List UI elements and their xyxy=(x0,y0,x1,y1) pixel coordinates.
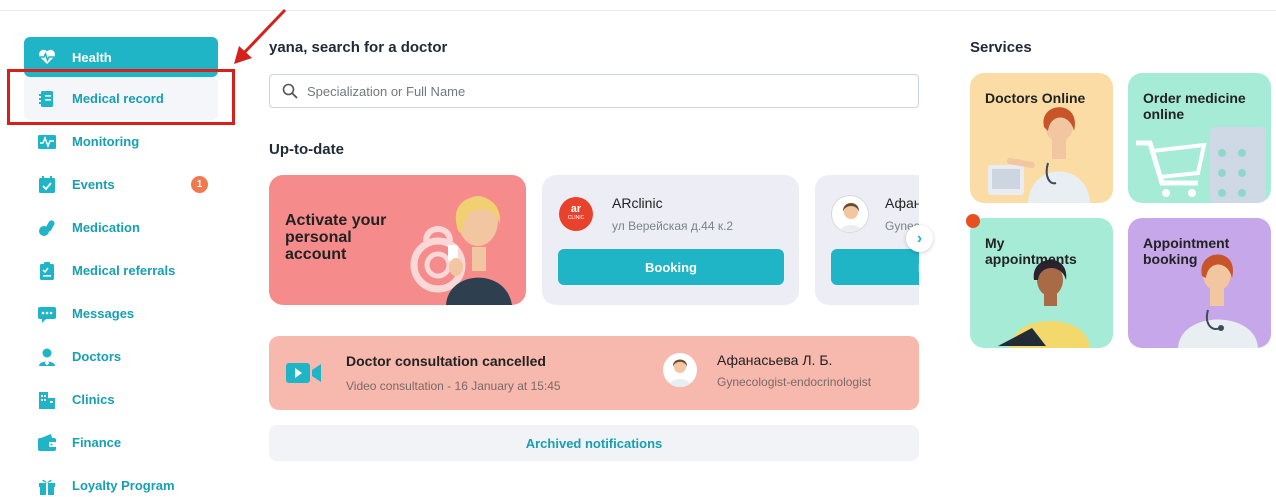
video-camera-icon xyxy=(286,363,321,383)
gift-icon xyxy=(36,475,58,497)
sidebar-item-label: Messages xyxy=(72,306,135,321)
top-divider xyxy=(0,10,1276,11)
sidebar-item-label: Events xyxy=(72,177,115,192)
referral-icon xyxy=(36,260,58,282)
doctor-search[interactable] xyxy=(269,74,919,108)
chat-icon xyxy=(36,303,58,325)
clinic-address: ул Верейская д.44 к.2 xyxy=(612,219,734,233)
heart-pulse-icon xyxy=(36,46,58,68)
service-label: My appointments xyxy=(985,235,1077,267)
notification-doctor-avatar xyxy=(663,353,697,387)
sidebar-item-label: Finance xyxy=(72,435,122,450)
monitoring-icon xyxy=(36,131,58,153)
clinic-logo: ar CLINIC xyxy=(559,197,593,231)
doctor-icon xyxy=(36,346,58,368)
notification-title: Doctor consultation cancelled xyxy=(346,353,546,369)
wallet-icon xyxy=(36,432,58,454)
page-title: yana, search for a doctor xyxy=(269,39,448,56)
sidebar-item-medical-referrals[interactable]: Medical referrals xyxy=(24,249,218,292)
notification-doctor-name: Афанасьева Л. Б. xyxy=(717,352,833,368)
sidebar-item-doctors[interactable]: Doctors xyxy=(24,335,218,378)
clinic-icon xyxy=(36,389,58,411)
sidebar-item-label: Medication xyxy=(72,220,140,235)
services-title: Services xyxy=(970,39,1032,56)
highlight-annotation-box xyxy=(7,69,235,125)
service-label: Appointment booking xyxy=(1143,235,1230,267)
sidebar-item-clinics[interactable]: Clinics xyxy=(24,378,218,421)
clinic-card[interactable]: ar CLINIC ARclinic ул Верейская д.44 к.2… xyxy=(542,175,799,305)
events-count-badge: 1 xyxy=(191,176,208,193)
archived-notifications-button[interactable]: Archived notifications xyxy=(269,425,919,461)
service-label: Order medicine online xyxy=(1143,90,1246,122)
notification-card[interactable]: Doctor consultation cancelled Video cons… xyxy=(269,336,919,410)
service-doctors-online[interactable]: Doctors Online xyxy=(970,73,1113,203)
sidebar-item-label: Clinics xyxy=(72,392,115,407)
sidebar-item-events[interactable]: Events 1 xyxy=(24,163,218,206)
search-input[interactable] xyxy=(307,83,887,99)
doctor-avatar xyxy=(831,195,869,233)
service-label: Doctors Online xyxy=(985,90,1086,106)
woman-with-lock-illustration xyxy=(410,196,512,305)
sidebar-item-label: Medical referrals xyxy=(72,263,176,278)
sidebar-item-medication[interactable]: Medication xyxy=(24,206,218,249)
notification-subtitle: Video consultation - 16 January at 15:45 xyxy=(346,379,561,393)
sidebar-item-monitoring[interactable]: Monitoring xyxy=(24,120,218,163)
service-order-medicine[interactable]: Order medicine online xyxy=(1128,73,1271,203)
service-my-appointments[interactable]: My appointments xyxy=(970,218,1113,348)
sidebar-item-finance[interactable]: Finance xyxy=(24,421,218,464)
sidebar-item-messages[interactable]: Messages xyxy=(24,292,218,335)
appointments-notification-dot xyxy=(966,214,980,228)
doctor-card[interactable]: Афанасьева Л. Б. Gynecologist-endocrinol… xyxy=(815,175,919,305)
activate-account-card[interactable]: Activate your personal account xyxy=(269,175,526,305)
annotation-arrow-icon xyxy=(234,8,287,64)
sidebar-item-label: Health xyxy=(72,49,112,65)
doctor-booking-button[interactable]: Booking xyxy=(831,249,919,285)
sidebar-item-loyalty-program[interactable]: Loyalty Program xyxy=(24,464,218,497)
sidebar-item-label: Loyalty Program xyxy=(72,478,175,493)
notification-doctor-specialization: Gynecologist-endocrinologist xyxy=(717,375,872,389)
clinic-booking-button[interactable]: Booking xyxy=(558,249,784,285)
service-appointment-booking[interactable]: Appointment booking xyxy=(1128,218,1271,348)
section-title: Up-to-date xyxy=(269,141,344,158)
doctor-name: Афанасьева Л. Б. xyxy=(885,195,919,211)
clinic-name: ARclinic xyxy=(612,195,663,211)
sidebar-item-label: Doctors xyxy=(72,349,122,364)
carousel-next-button[interactable]: › xyxy=(906,225,933,252)
chevron-right-icon: › xyxy=(916,229,923,247)
search-icon xyxy=(282,83,298,99)
updates-carousel: Activate your personal account ar CLINIC… xyxy=(269,175,919,305)
sidebar-item-label: Monitoring xyxy=(72,134,140,149)
pills-icon xyxy=(36,217,58,239)
calendar-icon xyxy=(36,174,58,196)
